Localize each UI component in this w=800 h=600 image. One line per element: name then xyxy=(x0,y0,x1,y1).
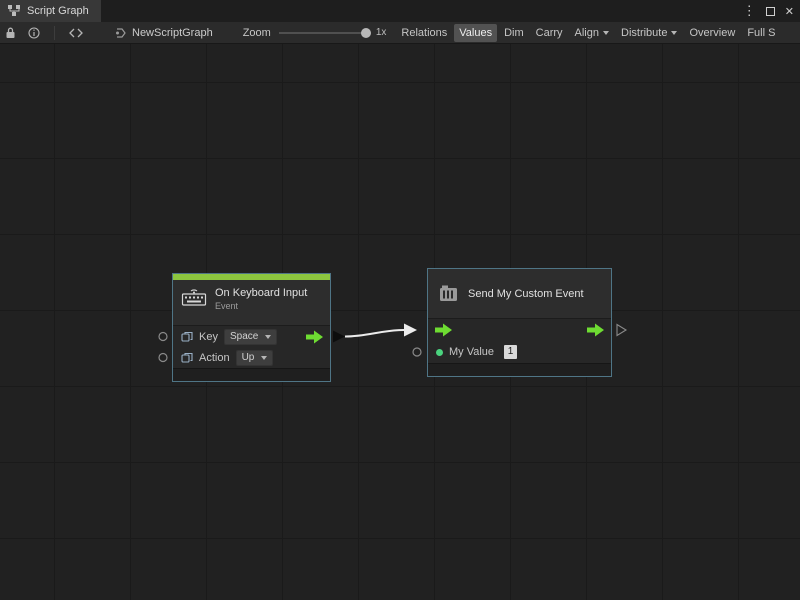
flow-output-port[interactable] xyxy=(306,330,323,343)
connection-layer xyxy=(0,44,800,600)
flow-port-row xyxy=(428,319,611,341)
chevron-down-icon xyxy=(603,31,609,35)
flow-output-port[interactable] xyxy=(587,324,604,337)
action-type-icon xyxy=(181,352,193,364)
chevron-down-icon xyxy=(265,335,271,339)
fullscreen-button[interactable]: Full S xyxy=(742,24,780,42)
node-send-my-custom-event[interactable]: Send My Custom Event My Value 1 xyxy=(427,268,612,377)
code-icon[interactable] xyxy=(69,28,83,38)
connection-wire[interactable] xyxy=(345,330,404,337)
key-type-icon xyxy=(181,331,193,343)
port-label-key: Key xyxy=(199,331,218,343)
values-button[interactable]: Values xyxy=(454,24,497,42)
node-footer xyxy=(428,363,611,376)
lock-icon[interactable] xyxy=(5,27,16,39)
zoom-label: Zoom xyxy=(243,27,271,39)
close-icon[interactable]: ✕ xyxy=(785,5,794,18)
relations-button[interactable]: Relations xyxy=(396,24,452,42)
tab-title: Script Graph xyxy=(27,5,89,17)
flow-input-port[interactable] xyxy=(435,324,452,337)
zoom-slider-track[interactable] xyxy=(279,32,371,34)
chevron-down-icon xyxy=(671,31,677,35)
external-port-circle-action[interactable] xyxy=(159,354,167,362)
action-value: Up xyxy=(242,352,255,363)
align-dropdown-button[interactable]: Align xyxy=(570,24,614,42)
tab-script-graph[interactable]: Script Graph xyxy=(0,0,101,22)
keyboard-icon xyxy=(181,287,207,307)
node-header: On Keyboard Input Event xyxy=(173,280,330,326)
maximize-icon[interactable] xyxy=(766,7,775,16)
info-icon[interactable] xyxy=(28,27,40,39)
toolbar-divider xyxy=(54,26,55,40)
distribute-dropdown-button[interactable]: Distribute xyxy=(616,24,682,42)
custom-event-icon xyxy=(438,284,460,304)
port-label-action: Action xyxy=(199,352,230,364)
graph-toolbar: NewScriptGraph Zoom 1x Relations Values … xyxy=(0,22,800,44)
zoom-slider[interactable] xyxy=(279,27,371,39)
zoom-value: 1x xyxy=(376,27,387,38)
node-on-keyboard-input[interactable]: On Keyboard Input Event Key Space xyxy=(172,273,331,382)
connection-arrowhead xyxy=(404,324,417,337)
overview-button[interactable]: Overview xyxy=(684,24,740,42)
connection-start-cap xyxy=(333,331,345,343)
graph-name: NewScriptGraph xyxy=(132,27,213,39)
chevron-down-icon xyxy=(261,356,267,360)
node-title: Send My Custom Event xyxy=(468,288,584,300)
value-port-dot-icon[interactable] xyxy=(436,349,443,356)
node-subtitle: Event xyxy=(215,301,307,311)
external-port-circle-my-value[interactable] xyxy=(413,348,421,356)
graph-breadcrumb[interactable]: NewScriptGraph xyxy=(115,27,213,39)
window-titlebar: Script Graph ⋮ ✕ xyxy=(0,0,800,22)
window-controls: ⋮ ✕ xyxy=(743,0,794,22)
zoom-slider-handle[interactable] xyxy=(361,28,371,38)
graph-canvas[interactable]: On Keyboard Input Event Key Space xyxy=(0,44,800,600)
external-port-triangle-out[interactable] xyxy=(617,325,626,336)
distribute-label: Distribute xyxy=(621,27,667,39)
port-row-action: Action Up xyxy=(173,347,330,368)
node-title: On Keyboard Input xyxy=(215,287,307,299)
external-port-circle-key[interactable] xyxy=(159,333,167,341)
carry-button[interactable]: Carry xyxy=(531,24,568,42)
graph-tab-icon xyxy=(8,5,21,17)
port-label-my-value: My Value xyxy=(449,346,494,358)
window-menu-icon[interactable]: ⋮ xyxy=(743,3,756,19)
dim-button[interactable]: Dim xyxy=(499,24,529,42)
node-header: Send My Custom Event xyxy=(428,269,611,319)
port-row-my-value: My Value 1 xyxy=(428,341,611,363)
my-value-input[interactable]: 1 xyxy=(504,345,517,359)
port-row-key: Key Space xyxy=(173,326,330,347)
action-value-dropdown[interactable]: Up xyxy=(236,350,274,366)
script-graph-asset-icon xyxy=(115,27,127,39)
node-footer xyxy=(173,368,330,381)
align-label: Align xyxy=(575,27,599,39)
key-value: Space xyxy=(230,331,258,342)
key-value-dropdown[interactable]: Space xyxy=(224,329,277,345)
